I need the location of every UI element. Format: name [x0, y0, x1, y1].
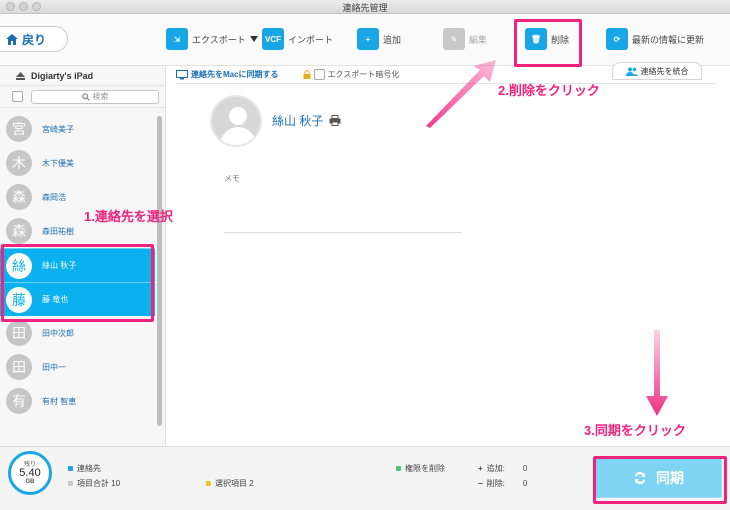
deleted-value: 0	[522, 479, 528, 488]
arrow-to-delete	[426, 60, 496, 128]
legend-contacts-label: 連絡先	[77, 464, 101, 473]
added-label: 追加:	[486, 464, 505, 473]
contact-list-name: 宮崎美子	[42, 124, 74, 134]
merge-contacts-label: 連絡先を統合	[640, 66, 689, 76]
arrow-to-sync	[646, 330, 668, 416]
step3-instruction: 3.同期をクリック	[584, 423, 686, 438]
contact-photo[interactable]	[210, 95, 262, 147]
refresh-button[interactable]: ⟳ 最新の情報に更新	[606, 28, 704, 50]
device-name: Digiarty's iPad	[31, 70, 94, 81]
chevron-down-icon[interactable]	[249, 36, 258, 42]
print-icon[interactable]	[329, 115, 341, 126]
eject-icon[interactable]	[16, 71, 25, 80]
storage-unit: GB	[25, 478, 35, 485]
contacts-dot	[68, 466, 73, 471]
add-contact-icon: +	[357, 28, 379, 50]
contact-avatar: 有	[6, 388, 32, 414]
contact-list-item[interactable]: 木木下優美	[0, 146, 155, 180]
search-row: 検索	[0, 86, 165, 108]
import-label: インポート	[288, 34, 334, 45]
contact-list-item[interactable]: 有有村 智恵	[0, 384, 155, 418]
vcf-import-icon: VCF	[262, 28, 284, 50]
highlight-sync-button	[593, 456, 727, 504]
title-bar: 連絡先管理	[0, 0, 730, 14]
window-title: 連絡先管理	[342, 3, 388, 13]
contact-list-name: 木下優美	[42, 158, 74, 168]
back-label: 戻り	[22, 32, 47, 47]
contact-avatar: 木	[6, 150, 32, 176]
highlight-delete-button	[514, 19, 582, 67]
delete-permission-dot	[396, 466, 401, 471]
import-button[interactable]: VCF インポート	[262, 28, 333, 50]
avatar-head	[229, 107, 247, 125]
search-input[interactable]: 検索	[31, 89, 159, 104]
refresh-icon: ⟳	[606, 28, 628, 50]
contact-detail-name: 絲山 秋子	[272, 112, 341, 129]
step2-instruction: 2.削除をクリック	[498, 83, 600, 98]
home-icon	[6, 33, 18, 45]
export-icon: ⇲	[166, 28, 188, 50]
selected-items-label: 選択項目 2	[215, 479, 254, 488]
avatar-body	[220, 127, 256, 145]
added-count: + 追加: 0	[478, 463, 527, 474]
contact-avatar: 田	[6, 354, 32, 380]
legend-contacts: 連絡先	[68, 463, 101, 474]
edit-label: 編集	[469, 34, 488, 45]
total-dot	[68, 481, 73, 486]
minus-icon: −	[478, 479, 483, 488]
plus-icon: +	[478, 464, 483, 473]
deleted-count: − 削除: 0	[478, 478, 527, 489]
total-items-label: 項目合計 10	[77, 479, 121, 488]
monitor-icon	[176, 69, 188, 79]
contact-list-name: 森田祐樹	[42, 226, 74, 236]
contact-avatar: 宮	[6, 116, 32, 142]
contact-avatar: 田	[6, 320, 32, 346]
selected-dot	[206, 481, 211, 486]
scrollbar[interactable]	[157, 116, 162, 426]
export-encryption-checkbox[interactable]	[313, 69, 325, 80]
highlight-selected-contacts	[1, 244, 154, 322]
search-icon	[81, 92, 90, 101]
storage-gauge: 残り 5.40 GB	[8, 451, 52, 495]
search-placeholder: 検索	[92, 92, 109, 101]
contact-name: 絲山 秋子	[272, 114, 324, 128]
storage-value: 5.40	[19, 466, 41, 479]
device-header[interactable]: Digiarty's iPad	[0, 66, 165, 86]
export-encryption-label: エクスポート暗号化	[327, 70, 400, 79]
legend-total: 項目合計 10	[68, 478, 120, 489]
add-contact-button[interactable]: + 追加	[357, 28, 401, 50]
legend-selected: 選択項目 2	[206, 478, 254, 489]
contact-list-item[interactable]: 田田中一	[0, 350, 155, 384]
sync-to-mac-label: 連絡先をMacに同期する	[191, 70, 279, 79]
contact-list-item[interactable]: 宮宮崎美子	[0, 112, 155, 146]
delete-permission-label: 権限を削除	[405, 464, 445, 473]
contact-avatar: 森	[6, 218, 32, 244]
lock-icon	[303, 70, 311, 79]
sync-to-mac-link[interactable]: 連絡先をMacに同期する	[176, 69, 279, 80]
add-label: 追加	[383, 34, 402, 45]
merge-contacts-tab[interactable]: 連絡先を統合	[612, 62, 702, 80]
export-label: エクスポート	[192, 34, 246, 45]
export-encryption-option[interactable]: エクスポート暗号化	[303, 69, 400, 80]
refresh-label: 最新の情報に更新	[632, 34, 705, 45]
contact-list-name: 田中一	[42, 362, 66, 372]
contact-list-name: 田中次郎	[42, 328, 74, 338]
contact-list-name: 有村 智恵	[42, 396, 77, 406]
export-button[interactable]: ⇲ エクスポート	[166, 28, 258, 50]
added-value: 0	[522, 464, 528, 473]
deleted-label: 削除:	[486, 479, 505, 488]
contact-list-name: 森岡浩	[42, 192, 66, 202]
people-icon	[625, 67, 638, 76]
back-button[interactable]: 戻り	[0, 26, 68, 52]
contact-avatar: 森	[6, 184, 32, 210]
memo-label: メモ	[224, 174, 240, 183]
memo-field[interactable]	[224, 232, 462, 233]
toolbar: 戻り ⇲ エクスポート VCF インポート + 追加 ✎ 編集 🗑 削除 ⟳ 最…	[0, 14, 730, 66]
step1-instruction: 1.連絡先を選択	[84, 209, 173, 224]
edit-button[interactable]: ✎ 編集	[443, 28, 487, 50]
legend-delete-permission: 権限を削除	[396, 463, 445, 474]
edit-icon: ✎	[443, 28, 465, 50]
select-all-checkbox[interactable]	[12, 91, 23, 102]
